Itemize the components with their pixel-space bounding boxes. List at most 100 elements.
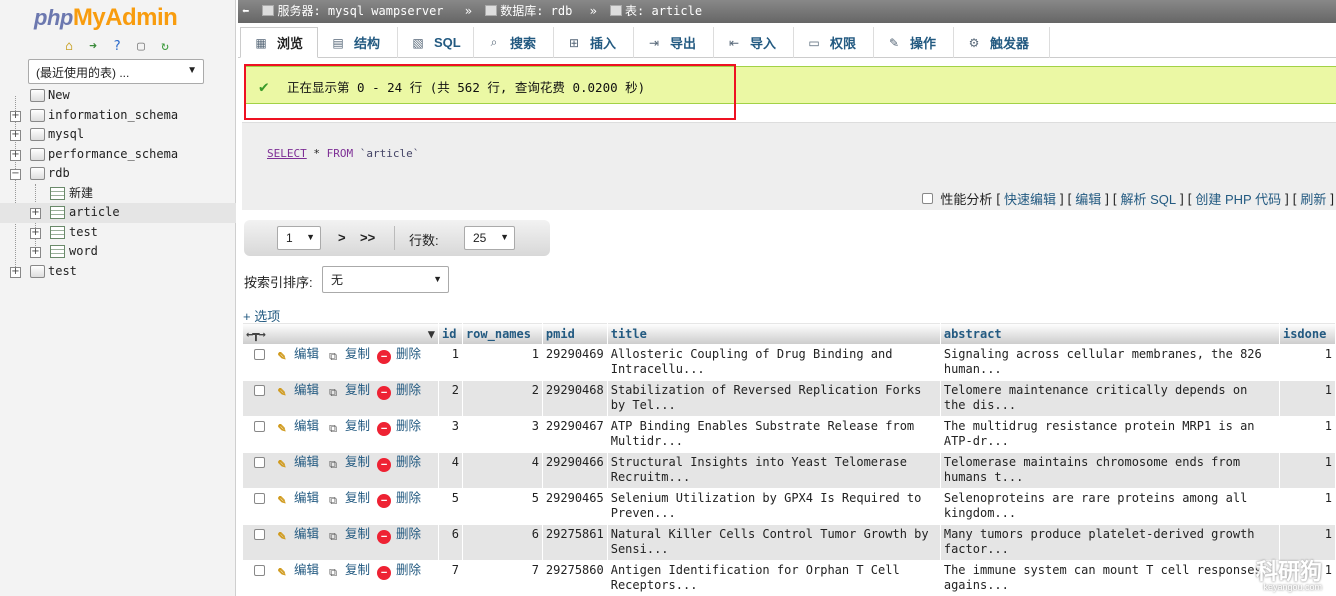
- tab-sql[interactable]: ▧ SQL: [398, 27, 474, 58]
- tab-import[interactable]: ⇤ 导入: [714, 27, 794, 58]
- copy-row-link[interactable]: 复制: [345, 491, 370, 505]
- tab-triggers[interactable]: ⚙ 触发器: [954, 27, 1050, 58]
- tree-item-performance-schema[interactable]: + performance_schema: [0, 145, 236, 165]
- rows-per-page-select[interactable]: 25 ▼: [464, 226, 515, 250]
- logout-icon[interactable]: ➜: [84, 38, 102, 54]
- column-header-title[interactable]: title: [606, 322, 941, 345]
- tree-item-word[interactable]: + word: [0, 242, 236, 262]
- cell-title[interactable]: ATP Binding Enables Substrate Release fr…: [606, 416, 941, 453]
- cell-isdone[interactable]: 1: [1278, 452, 1336, 489]
- cell-id[interactable]: 7: [437, 560, 463, 596]
- tree-item-test-table[interactable]: + test: [0, 223, 236, 243]
- cell-isdone[interactable]: 1: [1278, 488, 1336, 525]
- cell-abstract[interactable]: Selenoproteins are rare proteins among a…: [939, 488, 1280, 525]
- tree-item-rdb[interactable]: − rdb: [0, 164, 236, 184]
- pencil-icon[interactable]: ✎: [275, 566, 289, 580]
- delete-row-link[interactable]: 删除: [396, 563, 421, 577]
- cell-pmid[interactable]: 29290466: [541, 452, 608, 489]
- explain-sql-link[interactable]: 解析 SQL: [1121, 189, 1177, 208]
- cell-title[interactable]: Natural Killer Cells Control Tumor Growt…: [606, 524, 941, 561]
- create-php-code-link[interactable]: 创建 PHP 代码: [1195, 189, 1281, 208]
- cell-pmid[interactable]: 29290465: [541, 488, 608, 525]
- copy-row-link[interactable]: 复制: [345, 347, 370, 361]
- table-row[interactable]: ✎ 编辑 ⧉ 复制 − 删除 5 5 29290465 Selenium Utilization …: [242, 488, 1336, 525]
- breadcrumb-table[interactable]: 表: article: [625, 4, 702, 18]
- cell-title[interactable]: Allosteric Coupling of Drug Binding and …: [606, 344, 941, 381]
- phpmyadmin-logo[interactable]: phpMyAdmin: [34, 4, 178, 32]
- copy-row-link[interactable]: 复制: [345, 527, 370, 541]
- cell-id[interactable]: 4: [437, 452, 463, 489]
- cell-title[interactable]: Selenium Utilization by GPX4 Is Required…: [606, 488, 941, 525]
- arrow-left-icon[interactable]: ⬅: [242, 4, 249, 18]
- cell-isdone[interactable]: 1: [1278, 380, 1336, 417]
- tree-item-mysql[interactable]: + mysql: [0, 125, 236, 145]
- cell-pmid[interactable]: 29290467: [541, 416, 608, 453]
- cell-row-names[interactable]: 5: [461, 488, 543, 525]
- cell-pmid[interactable]: 29290469: [541, 344, 608, 381]
- copy-icon[interactable]: ⧉: [326, 530, 340, 544]
- cell-id[interactable]: 5: [437, 488, 463, 525]
- copy-icon[interactable]: ⧉: [326, 422, 340, 436]
- tab-search[interactable]: ⌕ 搜索: [474, 27, 554, 58]
- pencil-icon[interactable]: ✎: [275, 530, 289, 544]
- refresh-link[interactable]: 刷新: [1300, 189, 1326, 208]
- copy-icon[interactable]: ⧉: [326, 458, 340, 472]
- docs-icon[interactable]: ▢: [132, 38, 150, 54]
- cell-row-names[interactable]: 3: [461, 416, 543, 453]
- breadcrumb-server[interactable]: 服务器: mysql wampserver: [277, 4, 443, 18]
- cell-row-names[interactable]: 1: [461, 344, 543, 381]
- reload-icon[interactable]: ↻: [156, 38, 174, 54]
- row-checkbox[interactable]: [254, 421, 265, 432]
- cell-row-names[interactable]: 4: [461, 452, 543, 489]
- delete-icon[interactable]: −: [377, 422, 392, 436]
- cell-id[interactable]: 2: [437, 380, 463, 417]
- column-header-abstract[interactable]: abstract: [939, 322, 1280, 345]
- expand-icon[interactable]: +: [10, 266, 21, 278]
- tree-item-new-table[interactable]: 新建: [0, 184, 236, 204]
- pencil-icon[interactable]: ✎: [275, 422, 289, 436]
- cell-pmid[interactable]: 29275861: [541, 524, 608, 561]
- recent-tables-select[interactable]: (最近使用的表) ... ▼: [28, 59, 204, 84]
- edit-row-link[interactable]: 编辑: [294, 419, 319, 433]
- edit-row-link[interactable]: 编辑: [294, 347, 319, 361]
- pencil-icon[interactable]: ✎: [275, 386, 289, 400]
- help-icon[interactable]: ?: [108, 38, 126, 54]
- breadcrumb-database[interactable]: 数据库: rdb: [500, 4, 572, 18]
- edit-query-link[interactable]: 编辑: [1075, 189, 1101, 208]
- copy-row-link[interactable]: 复制: [345, 419, 370, 433]
- tree-item-new[interactable]: New: [0, 86, 236, 106]
- page-select[interactable]: 1 ▼: [277, 226, 321, 250]
- sql-query[interactable]: SELECT * FROM `article`: [267, 147, 419, 160]
- cell-pmid[interactable]: 29290468: [541, 380, 608, 417]
- delete-icon[interactable]: −: [377, 566, 392, 580]
- cell-id[interactable]: 3: [437, 416, 463, 453]
- tree-item-test-db[interactable]: + test: [0, 262, 236, 282]
- table-row[interactable]: ✎ 编辑 ⧉ 复制 − 删除 4 4 29290466 Structural Insights i…: [242, 452, 1336, 489]
- edit-row-link[interactable]: 编辑: [294, 383, 319, 397]
- last-page-button[interactable]: >>: [360, 230, 375, 245]
- tree-item-article[interactable]: + article: [0, 203, 236, 223]
- tree-item-information-schema[interactable]: + information_schema: [0, 106, 236, 126]
- expand-icon[interactable]: +: [30, 247, 41, 258]
- edit-row-link[interactable]: 编辑: [294, 491, 319, 505]
- table-row[interactable]: ✎ 编辑 ⧉ 复制 − 删除 6 6 29275861 Natural Killer Cells …: [242, 524, 1336, 561]
- collapse-icon[interactable]: −: [10, 169, 21, 180]
- expand-icon[interactable]: +: [10, 110, 21, 122]
- expand-icon[interactable]: +: [30, 208, 41, 219]
- column-header-isdone[interactable]: isdone: [1278, 322, 1336, 345]
- tab-insert[interactable]: ⊞ 插入: [554, 27, 634, 58]
- delete-row-link[interactable]: 删除: [396, 527, 421, 541]
- pencil-icon[interactable]: ✎: [275, 494, 289, 508]
- table-row[interactable]: ✎ 编辑 ⧉ 复制 − 删除 2 2 29290468 Stabilization of Reve…: [242, 380, 1336, 417]
- cell-title[interactable]: Structural Insights into Yeast Telomeras…: [606, 452, 941, 489]
- next-page-button[interactable]: >: [338, 230, 346, 245]
- column-header-id[interactable]: id: [437, 322, 463, 345]
- expand-icon[interactable]: +: [10, 130, 21, 141]
- cell-id[interactable]: 6: [437, 524, 463, 561]
- edit-row-link[interactable]: 编辑: [294, 455, 319, 469]
- cell-abstract[interactable]: Telomerase maintains chromosome ends fro…: [939, 452, 1280, 489]
- delete-row-link[interactable]: 删除: [396, 347, 421, 361]
- cell-title[interactable]: Stabilization of Reversed Replication Fo…: [606, 380, 941, 417]
- delete-icon[interactable]: −: [377, 494, 392, 508]
- home-icon[interactable]: ⌂: [60, 38, 78, 54]
